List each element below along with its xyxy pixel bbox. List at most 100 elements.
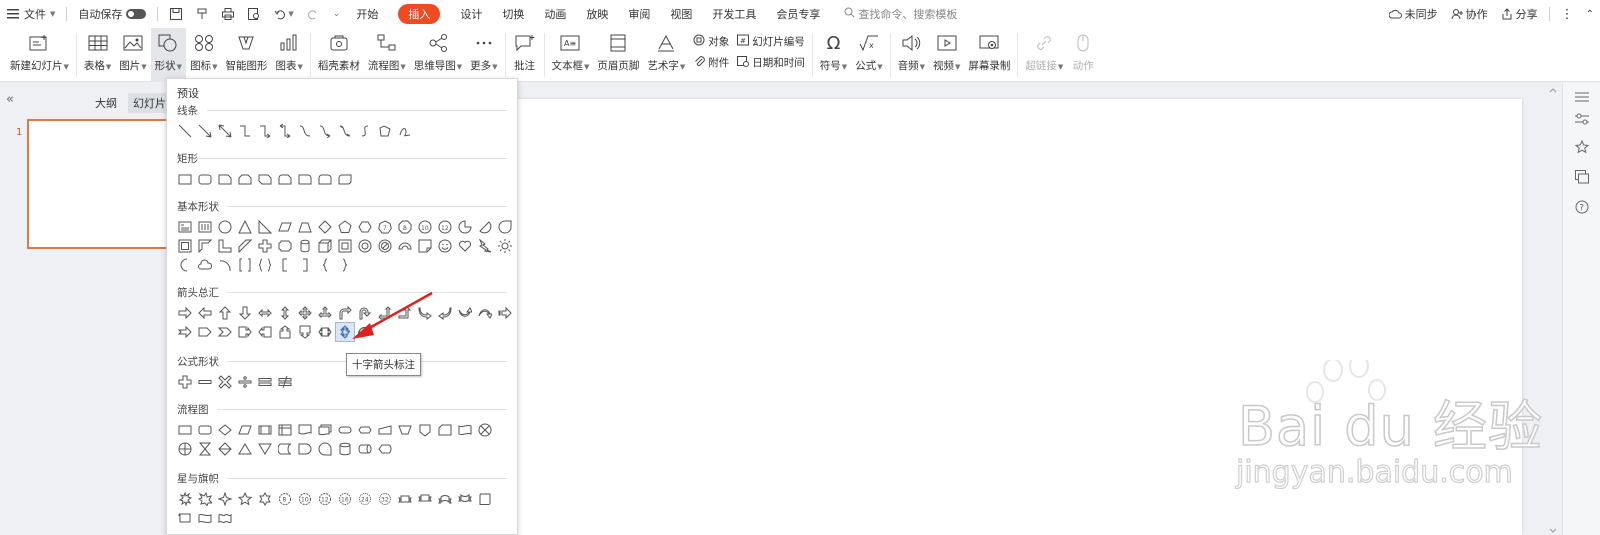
tab-home[interactable]: 开始 <box>346 0 388 28</box>
flowchart-internal-storage-shape[interactable] <box>275 420 295 440</box>
curved-down-arrow-shape[interactable] <box>475 303 495 323</box>
parallelogram-shape[interactable] <box>275 217 295 237</box>
textbox-button[interactable]: A≡ 文本框▼ <box>548 28 594 82</box>
flowchart-card-shape[interactable] <box>435 420 455 440</box>
curved-ribbon-up-shape[interactable] <box>435 489 455 509</box>
pie-shape[interactable] <box>455 217 475 237</box>
moon-shape[interactable] <box>175 255 195 275</box>
tab-developer[interactable]: 开发工具 <box>702 0 766 28</box>
flowchart-or-shape[interactable] <box>175 439 195 459</box>
diagonal-stripe-shape[interactable] <box>235 236 255 256</box>
round-same-side-rect-shape[interactable] <box>315 169 335 189</box>
lightning-bolt-shape[interactable] <box>475 236 495 256</box>
flowchart-predefined-process-shape[interactable] <box>255 420 275 440</box>
collaborate-button[interactable]: 协作 <box>1444 0 1494 28</box>
search-box[interactable]: 查找命令、搜索模板 <box>844 6 957 22</box>
flowchart-offpage-connector-shape[interactable] <box>415 420 435 440</box>
sun-shape[interactable] <box>495 236 515 256</box>
flowchart-sort-shape[interactable] <box>215 439 235 459</box>
attachment-button[interactable]: 附件 <box>693 55 729 70</box>
horizontal-scroll-shape[interactable] <box>175 508 195 528</box>
left-bracket-shape[interactable] <box>275 255 295 275</box>
quad-arrow-shape[interactable] <box>295 303 315 323</box>
sliders-icon[interactable] <box>1574 111 1590 127</box>
rounded-rectangle-shape[interactable] <box>195 169 215 189</box>
flowchart-button[interactable]: 流程图▼ <box>364 28 410 82</box>
elbow-arrow-connector-shape[interactable] <box>255 121 275 141</box>
mindmap-button[interactable]: 思维导图▼ <box>410 28 466 82</box>
block-arc-shape[interactable] <box>395 236 415 256</box>
equal-shape[interactable] <box>255 372 275 392</box>
print-button[interactable] <box>215 0 241 28</box>
double-wave-shape[interactable] <box>215 508 235 528</box>
divide-shape[interactable] <box>235 372 255 392</box>
star-16-point-shape[interactable]: 16 <box>335 489 355 509</box>
date-time-button[interactable]: 日期和时间 <box>737 55 805 70</box>
icon-library-button[interactable]: 图标▼ <box>186 28 221 82</box>
snip-single-corner-rect-shape[interactable] <box>215 169 235 189</box>
help-icon[interactable]: ? <box>1574 199 1590 215</box>
flowchart-punched-tape-shape[interactable] <box>455 420 475 440</box>
decagon-shape[interactable]: 10 <box>415 217 435 237</box>
dodecagon-shape[interactable]: 12 <box>435 217 455 237</box>
round-diagonal-rect-shape[interactable] <box>335 169 355 189</box>
star-magic-icon[interactable] <box>1574 139 1590 155</box>
text-box-shape[interactable] <box>175 217 195 237</box>
double-arrow-line-shape[interactable] <box>215 121 235 141</box>
vertical-scrollbar[interactable] <box>1549 86 1557 535</box>
down-arrow-callout-shape[interactable] <box>295 322 315 342</box>
up-down-arrow-shape[interactable] <box>275 303 295 323</box>
chart-button[interactable]: 图表▼ <box>271 28 306 82</box>
tab-outline[interactable]: 大纲 <box>90 93 122 113</box>
wave-shape[interactable] <box>195 508 215 528</box>
left-right-up-arrow-shape[interactable] <box>315 303 335 323</box>
print-preview-button[interactable] <box>241 0 267 28</box>
shape-button[interactable]: 形状▼ <box>150 28 187 82</box>
format-painter-button[interactable] <box>189 0 215 28</box>
teardrop-shape[interactable] <box>495 217 515 237</box>
up-arrow-shape[interactable] <box>215 303 235 323</box>
snip-same-side-rect-shape[interactable] <box>235 169 255 189</box>
half-frame-shape[interactable] <box>195 236 215 256</box>
left-right-arrow-shape[interactable] <box>255 303 275 323</box>
tab-review[interactable]: 审阅 <box>618 0 660 28</box>
cloud-shape[interactable] <box>195 255 215 275</box>
pentagon-shape[interactable] <box>335 217 355 237</box>
tab-design[interactable]: 设计 <box>450 0 492 28</box>
left-brace-shape[interactable] <box>315 255 335 275</box>
oval-shape[interactable] <box>215 217 235 237</box>
table-button[interactable]: 表格▼ <box>80 28 115 82</box>
collapse-ribbon-button[interactable]: ⌃ <box>1580 0 1600 28</box>
snip-diagonal-rect-shape[interactable] <box>255 169 275 189</box>
curved-double-arrow-connector-shape[interactable] <box>335 121 355 141</box>
flowchart-data-shape[interactable] <box>235 420 255 440</box>
round-single-corner-rect-shape[interactable] <box>295 169 315 189</box>
plaque-shape[interactable] <box>275 236 295 256</box>
header-footer-button[interactable]: 页眉页脚 <box>593 28 643 82</box>
flowchart-multidocument-shape[interactable] <box>315 420 335 440</box>
striped-right-arrow-shape[interactable] <box>495 303 515 323</box>
star-24-point-shape[interactable]: 24 <box>355 489 375 509</box>
collapse-pane-icon[interactable]: « <box>6 92 14 107</box>
flowchart-delay-shape[interactable] <box>295 439 315 459</box>
tab-transition[interactable]: 切换 <box>492 0 534 28</box>
explosion-2-shape[interactable] <box>195 489 215 509</box>
star-4-point-shape[interactable] <box>215 489 235 509</box>
star-12-point-shape[interactable]: 12 <box>315 489 335 509</box>
left-right-arrow-callout-shape[interactable] <box>315 322 335 342</box>
l-shape[interactable] <box>215 236 235 256</box>
freeform-shape[interactable] <box>375 121 395 141</box>
rectangle-shape[interactable] <box>175 169 195 189</box>
more-options-button[interactable]: ⋮ <box>1555 0 1580 28</box>
slide-thumbnail[interactable] <box>27 119 177 249</box>
line-shape[interactable] <box>175 121 195 141</box>
heart-shape[interactable] <box>455 236 475 256</box>
slide-number-button[interactable]: # 幻灯片编号 <box>737 34 805 49</box>
curve-shape[interactable] <box>355 121 375 141</box>
ribbon-down-shape[interactable] <box>415 489 435 509</box>
new-slide-button[interactable]: 新建幻灯片▼ <box>6 28 73 82</box>
right-arrow-shape[interactable] <box>175 303 195 323</box>
cube-shape[interactable] <box>315 236 335 256</box>
right-arrow-callout-shape[interactable] <box>235 322 255 342</box>
bevel-shape[interactable] <box>335 236 355 256</box>
